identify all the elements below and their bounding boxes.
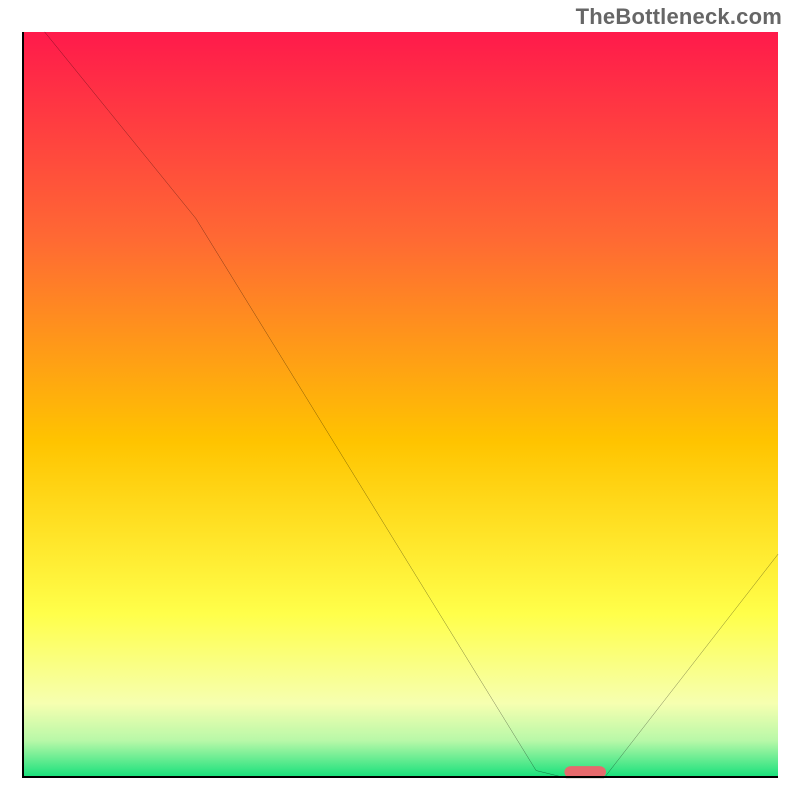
axes-frame <box>22 32 778 778</box>
attribution-text: TheBottleneck.com <box>576 4 782 30</box>
